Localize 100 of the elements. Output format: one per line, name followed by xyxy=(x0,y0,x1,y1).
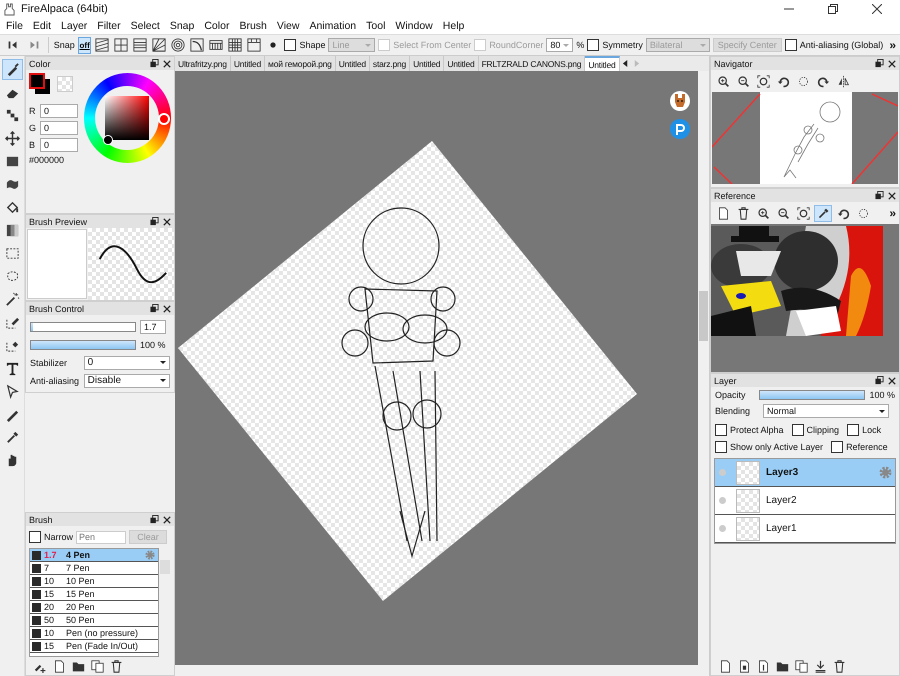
brush-list-item[interactable]: 1.7 4 Pen xyxy=(30,549,158,562)
document-tab[interactable]: Ultrafritzy.png xyxy=(175,56,231,71)
close-icon[interactable] xyxy=(163,218,171,226)
transparent-swatch[interactable] xyxy=(57,76,73,92)
navigator-preview-drawing[interactable] xyxy=(712,92,898,184)
brush-list-item[interactable]: 15 Pen (Fade In/Out) xyxy=(30,640,158,653)
new-1bit-page-icon[interactable] xyxy=(757,660,770,672)
snap-button[interactable] xyxy=(227,36,244,54)
brush-list-item[interactable]: 10 Pen (no pressure) xyxy=(30,627,158,640)
document-tab[interactable]: Untitled xyxy=(230,56,266,71)
visibility-dot[interactable] xyxy=(719,469,726,476)
merge-down-icon[interactable] xyxy=(814,660,827,672)
layer-option-checkbox[interactable] xyxy=(847,424,860,436)
restore-icon[interactable] xyxy=(828,4,838,14)
snap-button[interactable]: off xyxy=(78,36,92,54)
close-icon[interactable] xyxy=(163,60,171,68)
channel-field[interactable]: 0 xyxy=(40,138,78,152)
float-icon[interactable] xyxy=(150,304,159,313)
menu-item[interactable]: Window xyxy=(390,20,438,32)
brush-list-item[interactable]: 7 7 Pen xyxy=(30,562,158,575)
reference-tool-button[interactable] xyxy=(814,204,832,222)
duplicate-icon[interactable] xyxy=(91,660,104,672)
layer-option-checkbox[interactable] xyxy=(831,441,844,453)
snap-button[interactable] xyxy=(113,36,130,54)
more-toolbar-button[interactable]: » xyxy=(889,38,896,52)
float-icon[interactable] xyxy=(875,59,884,68)
trash-icon[interactable] xyxy=(833,660,846,672)
brush-list-item[interactable]: 15 15 Pen xyxy=(30,588,158,601)
channel-field[interactable]: 0 xyxy=(40,121,78,135)
narrow-checkbox[interactable] xyxy=(29,531,41,543)
visibility-dot[interactable] xyxy=(719,497,726,504)
canvas-paper[interactable] xyxy=(178,141,637,601)
p-logo-icon[interactable] xyxy=(670,119,690,139)
menu-item[interactable]: Color xyxy=(199,20,234,32)
snap-button[interactable] xyxy=(94,36,110,54)
layer-row[interactable]: Layer1 xyxy=(715,515,895,543)
new-page-icon[interactable] xyxy=(719,660,732,672)
horizontal-scrollbar[interactable] xyxy=(175,665,709,676)
layer-row[interactable]: Layer3 xyxy=(715,459,895,487)
close-icon[interactable] xyxy=(163,304,171,312)
alpaca-face-icon[interactable] xyxy=(670,91,690,111)
menu-item[interactable]: Animation xyxy=(304,20,362,32)
menu-item[interactable]: Select xyxy=(126,20,165,32)
brush-size-field[interactable]: 1.7 xyxy=(140,320,166,334)
menu-item[interactable]: File xyxy=(1,20,28,32)
stabilizer-dropdown[interactable]: 0 xyxy=(84,356,170,370)
anti-aliasing-dropdown[interactable]: Disable xyxy=(84,374,170,388)
brush-search-field[interactable]: Pen xyxy=(76,530,126,544)
vertical-scrollbar[interactable] xyxy=(698,71,709,665)
trash-icon[interactable] xyxy=(110,660,123,672)
close-icon[interactable] xyxy=(872,4,882,14)
snap-button[interactable] xyxy=(189,36,206,54)
document-tab[interactable]: Untitled xyxy=(336,56,370,71)
brush-list-item[interactable]: 20 20 Pen xyxy=(30,601,158,614)
document-tab[interactable]: FRLTZRALD CANONS.png xyxy=(478,56,586,71)
document-tab[interactable]: Untitled xyxy=(410,56,444,71)
float-icon[interactable] xyxy=(875,376,884,385)
menu-item[interactable]: Brush xyxy=(234,20,272,32)
menu-item[interactable]: View xyxy=(272,20,304,32)
color-square[interactable] xyxy=(105,96,150,140)
menu-item[interactable]: Help xyxy=(438,20,470,32)
visibility-dot[interactable] xyxy=(719,525,726,532)
close-icon[interactable] xyxy=(888,60,896,68)
menu-item[interactable]: Snap xyxy=(164,20,200,32)
symmetry-checkbox[interactable] xyxy=(587,39,600,51)
close-icon[interactable] xyxy=(888,376,896,384)
more-tools-button[interactable]: » xyxy=(889,206,896,220)
menu-item[interactable]: Layer xyxy=(56,20,92,32)
menu-item[interactable]: Edit xyxy=(28,20,56,32)
layer-option-checkbox[interactable] xyxy=(792,424,804,436)
layer-row[interactable]: Layer2 xyxy=(715,487,895,515)
foreground-background-swatch[interactable] xyxy=(29,73,50,94)
brush-list-item[interactable]: 10 10 Pen xyxy=(30,575,158,588)
brush-list-item[interactable]: 50 50 Pen xyxy=(30,614,158,627)
snap-button[interactable] xyxy=(151,36,168,54)
folder-icon[interactable] xyxy=(776,660,789,672)
float-icon[interactable] xyxy=(875,191,884,200)
document-tab[interactable]: Untitled xyxy=(585,56,620,71)
snap-button[interactable] xyxy=(246,36,262,54)
channel-field[interactable]: 0 xyxy=(40,104,78,118)
layer-option-checkbox[interactable] xyxy=(715,424,727,436)
menu-item[interactable]: Filter xyxy=(92,20,126,32)
float-icon[interactable] xyxy=(150,217,159,226)
shape-checkbox[interactable] xyxy=(284,39,296,51)
tool-button[interactable] xyxy=(2,59,22,80)
float-icon[interactable] xyxy=(150,59,159,68)
float-icon[interactable] xyxy=(150,515,159,524)
hue-handle[interactable] xyxy=(158,113,170,125)
document-tab[interactable]: мой геморой.png xyxy=(265,56,336,71)
anti-aliasing-checkbox[interactable] xyxy=(784,39,797,51)
blending-dropdown[interactable]: Normal xyxy=(763,404,889,418)
snap-button[interactable] xyxy=(170,36,186,54)
new-page-icon[interactable] xyxy=(53,660,66,672)
close-icon[interactable] xyxy=(888,192,896,200)
snap-button[interactable] xyxy=(132,36,148,54)
new-8bit-page-icon[interactable] xyxy=(738,660,751,672)
folder-icon[interactable] xyxy=(72,660,85,672)
menu-item[interactable]: Tool xyxy=(361,20,390,32)
duplicate-icon[interactable] xyxy=(795,660,808,672)
layer-option-checkbox[interactable] xyxy=(715,441,727,453)
